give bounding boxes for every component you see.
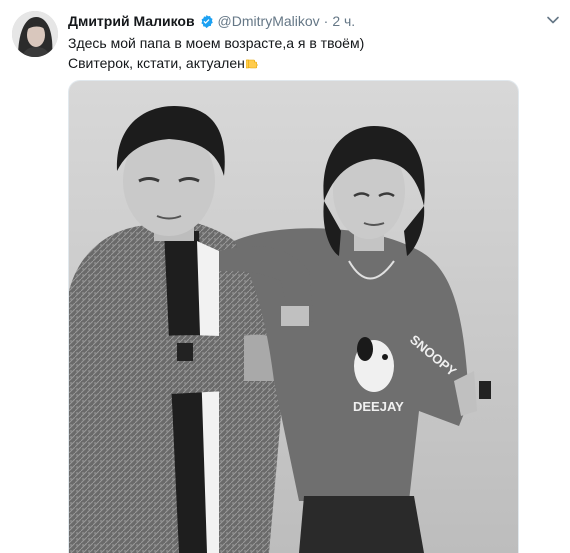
photo-father-and-son: SNOOPY DEEJAY xyxy=(69,81,518,553)
separator-dot: · xyxy=(323,13,329,29)
pointing-hand-emoji xyxy=(245,59,258,69)
avatar-image xyxy=(12,11,58,57)
tweet-photo[interactable]: SNOOPY DEEJAY xyxy=(68,80,519,553)
tweet-text-line-2: Свитерок, кстати, актуален xyxy=(68,53,548,73)
tweet-text-line-1: Здесь мой папа в моем возрасте,а я в тво… xyxy=(68,35,365,51)
tweet-timestamp[interactable]: 2 ч. xyxy=(332,13,355,29)
verified-badge-icon xyxy=(200,14,213,28)
avatar[interactable] xyxy=(12,11,58,57)
tweet-text: Здесь мой папа в моем возрасте,а я в тво… xyxy=(68,33,548,73)
tweet-text-line-2-text: Свитерок, кстати, актуален xyxy=(68,55,245,71)
author-handle[interactable]: @DmitryMalikov xyxy=(218,13,320,29)
chevron-down-icon[interactable] xyxy=(546,13,560,27)
sweatshirt-print-bottom: DEEJAY xyxy=(353,399,404,414)
tweet: Дмитрий Маликов @DmitryMalikov · 2 ч. Зд… xyxy=(0,0,570,553)
author-name[interactable]: Дмитрий Маликов xyxy=(68,13,195,29)
tweet-header: Дмитрий Маликов @DmitryMalikov · 2 ч. xyxy=(68,11,355,31)
